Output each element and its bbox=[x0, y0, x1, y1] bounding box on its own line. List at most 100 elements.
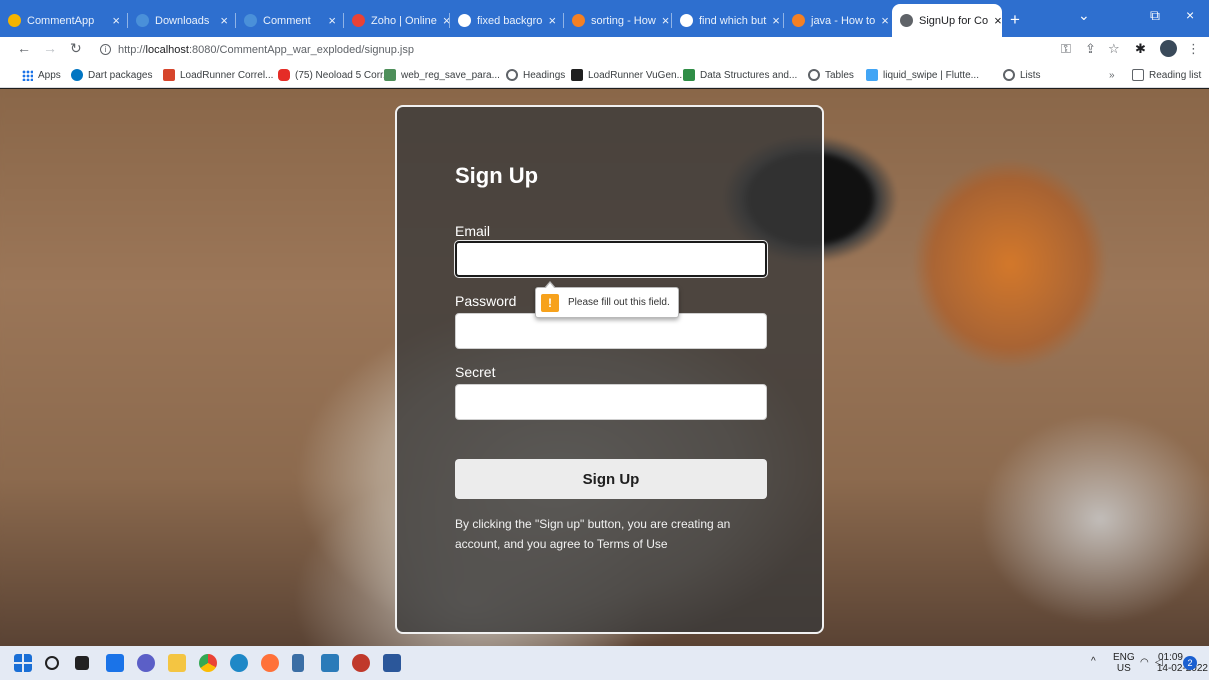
bookmark-tables[interactable]: Tables bbox=[808, 67, 854, 83]
password-label: Password bbox=[455, 293, 517, 309]
email-field[interactable] bbox=[455, 241, 767, 277]
notification-badge[interactable]: 2 bbox=[1183, 656, 1197, 670]
bookmark-dart-packages[interactable]: Dart packages bbox=[71, 67, 152, 83]
widgets-icon[interactable] bbox=[106, 654, 124, 672]
forward-icon[interactable]: → bbox=[43, 40, 57, 56]
clock-time: 01:09 bbox=[1157, 652, 1183, 663]
bookmark-web-reg-save[interactable]: web_reg_save_para... bbox=[384, 67, 500, 83]
language-indicator[interactable]: ENG US bbox=[1113, 652, 1135, 674]
signup-card: Sign Up Email Password Secret Sign Up By… bbox=[395, 105, 824, 634]
bookmark-label: (75) Neoload 5 Corr... bbox=[295, 69, 392, 81]
browser-tab-strip: CommentApp × Downloads × Comment × Zoho … bbox=[0, 0, 1209, 37]
tab-signup-active[interactable]: SignUp for Co × bbox=[892, 4, 1002, 37]
notepad-icon[interactable] bbox=[292, 654, 304, 672]
warning-icon: ! bbox=[541, 293, 559, 312]
geeksforgeeks-icon bbox=[683, 69, 695, 81]
clock[interactable]: 01:09 14-02-2022 bbox=[1149, 652, 1209, 674]
youtube-icon bbox=[278, 69, 290, 81]
reload-icon[interactable]: ↻ bbox=[70, 40, 82, 57]
browser-toolbar: ← → ↻ i http://localhost:8080/CommentApp… bbox=[0, 37, 1209, 62]
close-icon[interactable]: × bbox=[214, 13, 228, 28]
close-icon[interactable]: × bbox=[988, 13, 1002, 28]
bookmark-apps[interactable]: Apps bbox=[22, 67, 61, 83]
menu-icon[interactable]: ⋮ bbox=[1187, 41, 1200, 57]
bookmark-label: Data Structures and... bbox=[700, 69, 798, 81]
url-scheme: http:// bbox=[118, 43, 146, 56]
tab-downloads[interactable]: Downloads × bbox=[128, 4, 236, 37]
close-icon[interactable]: × bbox=[766, 13, 780, 28]
tab-sorting[interactable]: sorting - How × bbox=[564, 4, 672, 37]
close-icon[interactable]: × bbox=[106, 13, 120, 28]
globe-icon bbox=[808, 69, 820, 81]
bookmark-loadrunner-vugen[interactable]: LoadRunner VuGen... bbox=[571, 67, 685, 83]
tab-java[interactable]: java - How to × bbox=[784, 4, 892, 37]
new-tab-button[interactable]: + bbox=[1010, 10, 1020, 30]
chrome-icon[interactable] bbox=[199, 654, 217, 672]
globe-icon bbox=[900, 14, 913, 27]
tab-label: sorting - How bbox=[591, 14, 656, 27]
reading-list-button[interactable]: Reading list bbox=[1132, 67, 1201, 83]
reading-list-icon bbox=[1132, 69, 1144, 81]
key-icon[interactable]: ⚿ bbox=[1061, 41, 1071, 57]
more-bookmarks-icon[interactable]: » bbox=[1109, 67, 1115, 83]
word-icon[interactable] bbox=[383, 654, 401, 672]
tab-search-icon[interactable]: ⌄ bbox=[1078, 7, 1090, 24]
region-code: US bbox=[1116, 663, 1131, 674]
restore-window-button[interactable]: ⧉ bbox=[1150, 7, 1160, 24]
chat-icon[interactable] bbox=[137, 654, 155, 672]
firefox-icon[interactable] bbox=[261, 654, 279, 672]
bookmark-neoload[interactable]: (75) Neoload 5 Corr... bbox=[278, 67, 391, 83]
chevron-up-icon[interactable]: ^ bbox=[1091, 656, 1096, 667]
tab-fixed-background[interactable]: fixed backgro × bbox=[450, 4, 564, 37]
wifi-icon[interactable]: ◠ bbox=[1140, 657, 1149, 668]
search-icon[interactable] bbox=[45, 656, 59, 670]
tab-commentapp[interactable]: CommentApp × bbox=[0, 4, 128, 37]
address-bar[interactable]: i http://localhost:8080/CommentApp_war_e… bbox=[100, 40, 1040, 59]
language-code: ENG bbox=[1113, 652, 1135, 663]
close-icon[interactable]: × bbox=[656, 13, 670, 28]
secret-field[interactable] bbox=[455, 384, 767, 420]
signup-button[interactable]: Sign Up bbox=[455, 459, 767, 499]
password-field[interactable] bbox=[455, 313, 767, 349]
email-label: Email bbox=[455, 223, 491, 239]
profile-avatar[interactable] bbox=[1160, 40, 1177, 57]
validation-tooltip: ! Please fill out this field. bbox=[535, 281, 679, 318]
zoho-icon bbox=[352, 14, 365, 27]
bookmark-data-structures[interactable]: Data Structures and... bbox=[683, 67, 797, 83]
bookmark-headings[interactable]: Headings bbox=[506, 67, 565, 83]
bookmark-liquid-swipe[interactable]: liquid_swipe | Flutte... bbox=[866, 67, 979, 83]
app-icon[interactable] bbox=[321, 654, 339, 672]
bookmark-star-icon[interactable]: ☆ bbox=[1108, 41, 1120, 57]
close-window-button[interactable]: × bbox=[1186, 7, 1194, 23]
file-explorer-icon[interactable] bbox=[168, 654, 186, 672]
tab-label: find which but bbox=[699, 14, 767, 27]
globe-icon bbox=[506, 69, 518, 81]
dart-icon bbox=[71, 69, 83, 81]
task-view-icon[interactable] bbox=[75, 656, 89, 670]
tab-comment[interactable]: Comment × bbox=[236, 4, 344, 37]
tab-find-which[interactable]: find which but × bbox=[672, 4, 784, 37]
tab-zoho[interactable]: Zoho | Online × bbox=[344, 4, 450, 37]
reading-list-label: Reading list bbox=[1149, 69, 1202, 81]
globe-icon bbox=[458, 14, 471, 27]
info-icon[interactable]: i bbox=[100, 44, 111, 55]
share-icon[interactable]: ⇪ bbox=[1085, 41, 1096, 57]
flutter-icon bbox=[866, 69, 878, 81]
app-icon[interactable] bbox=[352, 654, 370, 672]
extensions-icon[interactable]: ✱ bbox=[1135, 41, 1146, 57]
bookmark-label: liquid_swipe | Flutte... bbox=[883, 69, 979, 81]
bookmark-label: LoadRunner VuGen... bbox=[588, 69, 685, 81]
windows-start-icon[interactable] bbox=[14, 654, 32, 672]
bookmark-lists[interactable]: Lists bbox=[1003, 67, 1041, 83]
download-icon bbox=[136, 14, 149, 27]
tab-label: Downloads bbox=[155, 14, 210, 27]
tab-favicon bbox=[244, 14, 257, 27]
close-icon[interactable]: × bbox=[542, 13, 556, 28]
close-icon[interactable]: × bbox=[875, 13, 889, 28]
tab-label: java - How to bbox=[811, 14, 876, 27]
back-icon[interactable]: ← bbox=[17, 40, 31, 56]
bookmark-label: LoadRunner Correl... bbox=[180, 69, 274, 81]
bookmark-loadrunner-correl[interactable]: LoadRunner Correl... bbox=[163, 67, 273, 83]
edge-icon[interactable] bbox=[230, 654, 248, 672]
close-icon[interactable]: × bbox=[322, 13, 336, 28]
